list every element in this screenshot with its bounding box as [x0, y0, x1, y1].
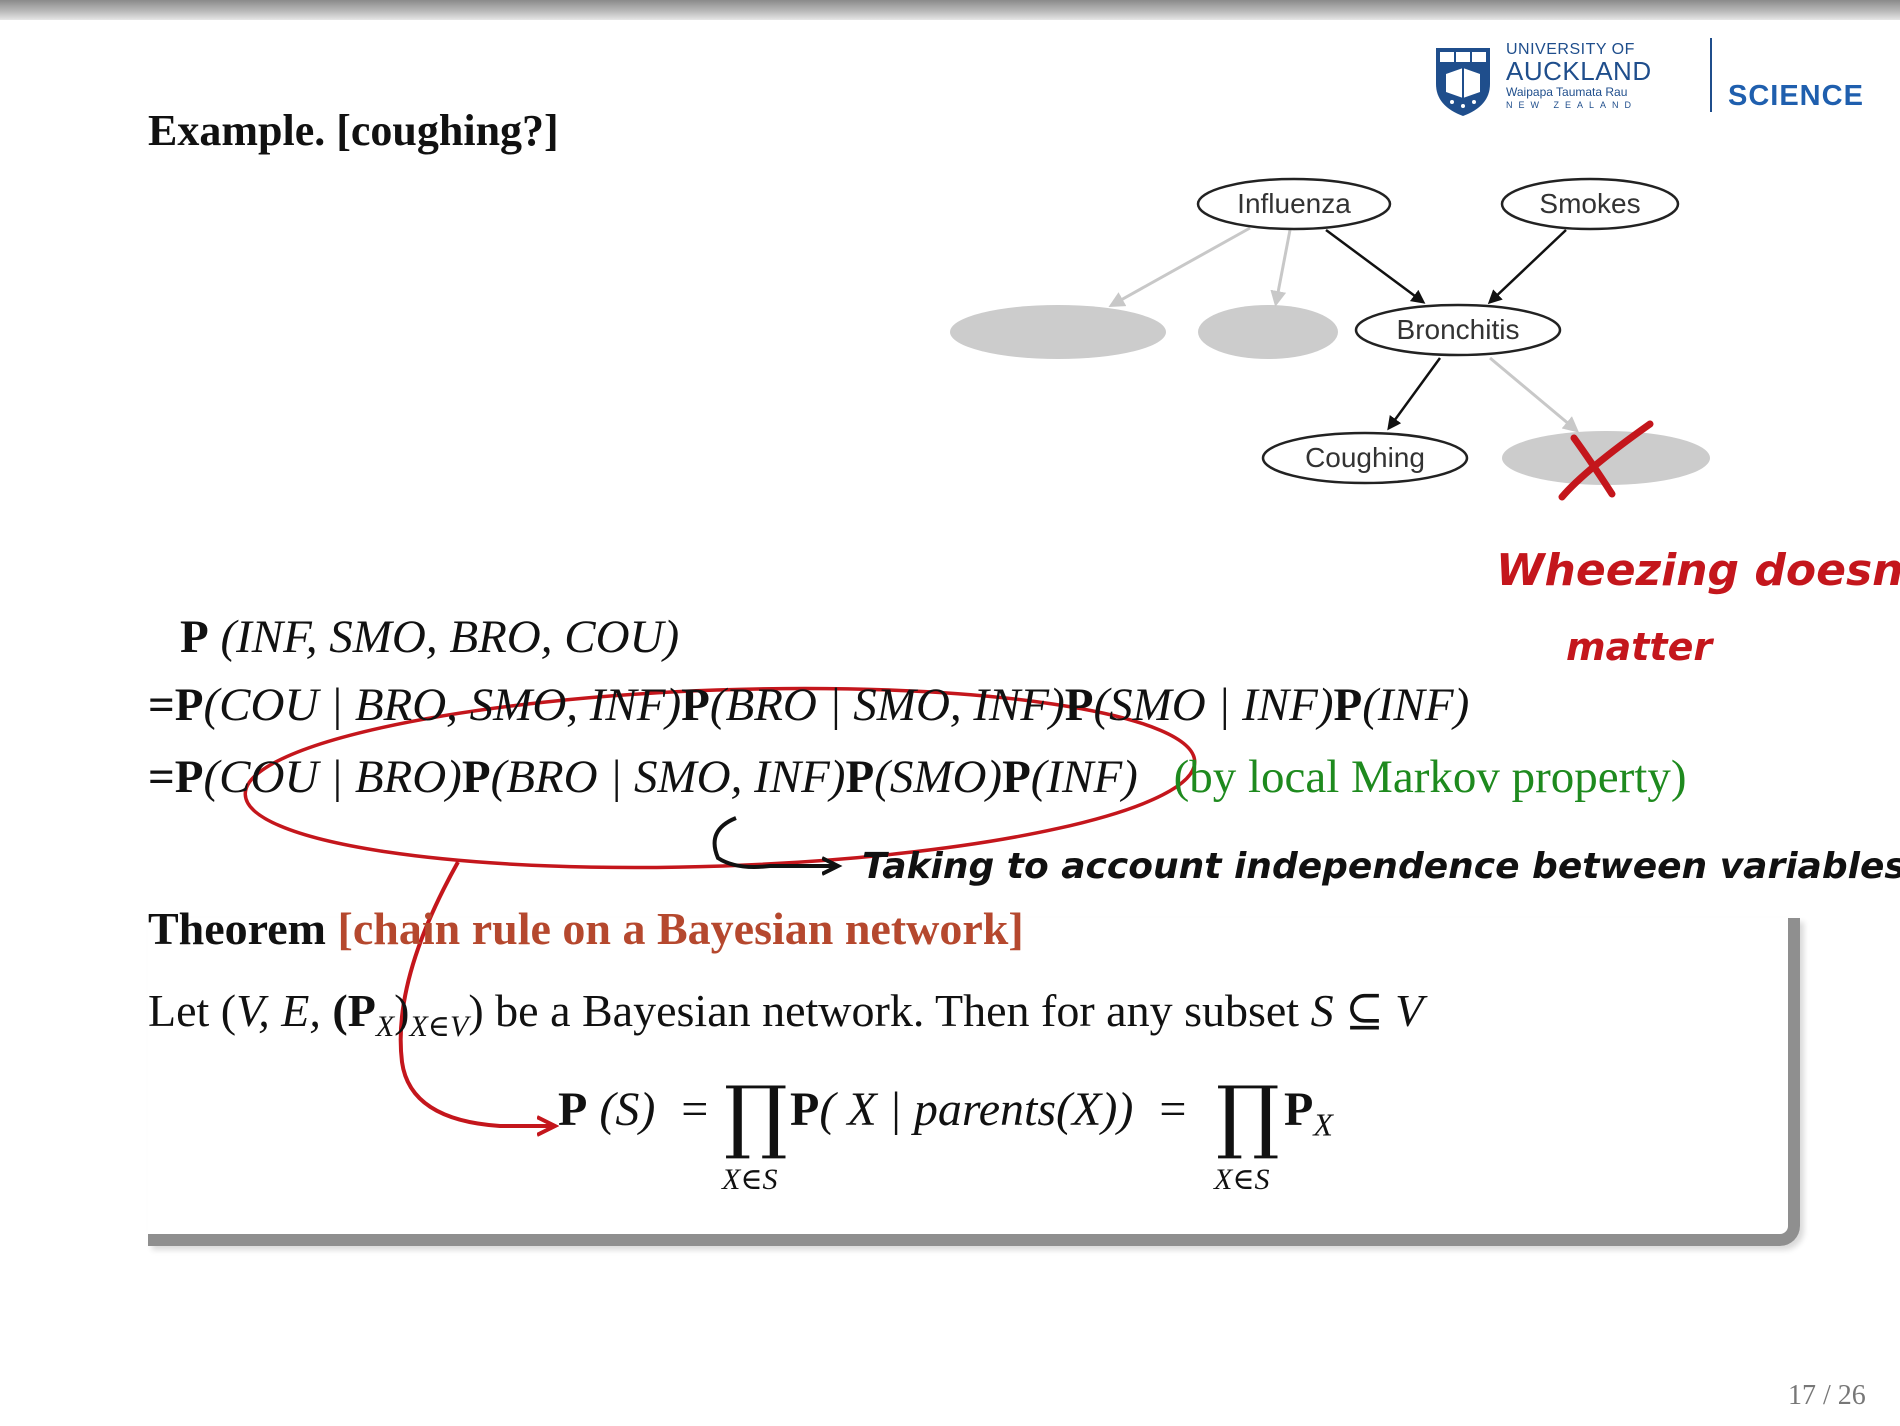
rhs-prob: P	[1284, 1083, 1314, 1136]
wheezing-note-line2: matter	[1566, 625, 1714, 669]
edge-bronchitis-wheezing	[1489, 356, 1580, 433]
statement-sub1: X	[375, 1010, 395, 1044]
mid-prob: P	[790, 1083, 820, 1136]
markov-note: (by local Markov property)	[1173, 751, 1687, 803]
wheezing-note-line1: Wheezing doesn't	[1496, 545, 1900, 596]
chain-rule-rhs: PX	[1284, 1082, 1333, 1144]
joint-args: (INF, SMO, BRO, COU)	[220, 611, 680, 663]
product-symbol-1: ∏	[724, 1069, 788, 1162]
product-symbol-2: ∏	[1216, 1069, 1280, 1162]
product-subscript-1: X∈S	[722, 1163, 778, 1196]
edge-bronchitis-coughing	[1387, 357, 1442, 431]
hidden-node-middle	[1198, 305, 1338, 359]
factor-cou: (COU | BRO, SMO, INF)	[203, 679, 682, 731]
prob-symbol: P	[681, 679, 710, 731]
slide: UNIVERSITY OF AUCKLAND Waipapa Taumata R…	[0, 0, 1900, 1426]
equals-sign-2: =	[1159, 1083, 1187, 1136]
statement-p: (P	[332, 985, 376, 1036]
theorem-name: [chain rule on a Bayesian network]	[337, 903, 1024, 954]
equation-line-3: =P(COU | BRO)P(BRO | SMO, INF)P(SMO)P(IN…	[148, 750, 1686, 804]
theorem-label: Theorem	[148, 903, 327, 954]
factor-inf: (INF)	[1030, 751, 1138, 803]
equals-sign: =	[148, 679, 175, 731]
chain-rule-formula: P (S) =	[558, 1082, 722, 1137]
prob-symbol: P	[1064, 679, 1094, 731]
equals-sign: =	[148, 751, 175, 803]
equation-line-1: P (INF, SMO, BRO, COU)	[180, 610, 679, 664]
statement-sub2: X∈V	[409, 1010, 469, 1044]
independence-note: Taking to account independence between v…	[862, 846, 1900, 887]
node-coughing-label: Coughing	[1305, 442, 1425, 473]
node-bronchitis: Bronchitis	[1354, 303, 1562, 357]
node-bronchitis-label: Bronchitis	[1397, 314, 1520, 345]
node-smokes: Smokes	[1500, 177, 1680, 231]
factor-cou: (COU | BRO)	[203, 751, 462, 803]
rhs-sub: X	[1313, 1106, 1333, 1143]
prob-symbol: P	[461, 751, 491, 803]
statement-close: )	[394, 985, 410, 1036]
node-influenza: Influenza	[1196, 177, 1392, 231]
node-coughing: Coughing	[1261, 431, 1469, 485]
factor-inf: (INF)	[1362, 679, 1470, 731]
prob-symbol: P	[1333, 679, 1363, 731]
factor-smo: (SMO | INF)	[1093, 679, 1334, 731]
statement-set: S ⊆ V	[1310, 985, 1424, 1036]
page-number: 17 / 26	[1788, 1380, 1866, 1411]
theorem-statement: Let (V, E, (PX)X∈V) be a Bayesian networ…	[148, 983, 1423, 1044]
lhs-args: (S)	[599, 1083, 656, 1136]
product-subscript-2: X∈S	[1214, 1163, 1270, 1196]
mid-args: ( X | parents(X))	[819, 1083, 1134, 1136]
prob-symbol: P	[180, 611, 209, 663]
edge-influenza-bronchitis	[1325, 228, 1426, 304]
prob-symbol: P	[174, 751, 204, 803]
factor-bro: (BRO | SMO, INF)	[709, 679, 1065, 731]
statement-post: ) be a Bayesian network. Then for any su…	[468, 985, 1300, 1036]
theorem-heading: Theorem [chain rule on a Bayesian networ…	[148, 902, 1024, 955]
factor-smo: (SMO)	[874, 751, 1003, 803]
equals-sign-1: =	[681, 1083, 709, 1136]
prob-symbol: P	[1002, 751, 1031, 803]
hidden-node-left	[950, 305, 1166, 359]
factor-bro: (BRO | SMO, INF)	[490, 751, 846, 803]
node-smokes-label: Smokes	[1539, 188, 1640, 219]
lhs-prob: P	[558, 1083, 588, 1136]
node-influenza-label: Influenza	[1237, 188, 1351, 219]
chain-rule-middle: P( X | parents(X)) =	[790, 1082, 1200, 1137]
equation-line-2: =P(COU | BRO, SMO, INF)P(BRO | SMO, INF)…	[148, 678, 1469, 732]
edge-influenza-hidden-left	[1108, 226, 1251, 307]
statement-vars: V, E,	[236, 985, 321, 1036]
prob-symbol: P	[174, 679, 204, 731]
statement-pre: Let (	[148, 985, 237, 1036]
edge-smokes-bronchitis	[1487, 229, 1567, 305]
edge-influenza-hidden-middle	[1270, 229, 1292, 307]
prob-symbol: P	[845, 751, 875, 803]
